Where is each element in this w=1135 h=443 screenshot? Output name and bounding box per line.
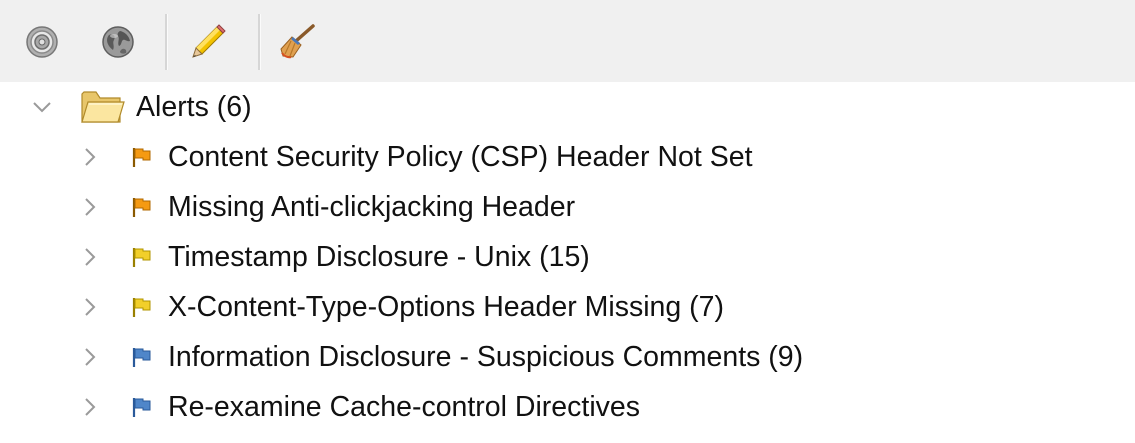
alert-label: Missing Anti-clickjacking Header: [168, 191, 576, 223]
toolbar-button-globe[interactable]: [98, 22, 138, 62]
toolbar-button-edit[interactable]: [188, 22, 228, 62]
toolbar-button-target[interactable]: [22, 22, 62, 62]
alert-item[interactable]: Content Security Policy (CSP) Header Not…: [0, 132, 1135, 182]
flag-icon: [132, 248, 151, 267]
chevron-right-icon[interactable]: [78, 145, 102, 169]
alerts-toolbar: [0, 0, 1135, 82]
flag-icon: [132, 298, 151, 317]
chevron-right-icon[interactable]: [78, 295, 102, 319]
flag-icon: [132, 198, 151, 217]
target-icon: [26, 26, 58, 58]
folder-open-icon: [81, 91, 125, 123]
pencil-icon: [192, 24, 226, 58]
chevron-down-icon[interactable]: [30, 95, 54, 119]
alert-item[interactable]: X-Content-Type-Options Header Missing (7…: [0, 282, 1135, 332]
tree-node-alerts-root[interactable]: Alerts (6): [0, 82, 1135, 132]
broom-icon: [280, 24, 315, 59]
chevron-right-icon[interactable]: [78, 245, 102, 269]
toolbar-separator: [258, 14, 261, 70]
flag-icon: [132, 148, 151, 167]
globe-icon: [102, 26, 134, 58]
flag-icon: [132, 348, 151, 367]
alerts-tree: Alerts (6) Content Security Policy (CSP)…: [0, 82, 1135, 443]
alert-label: Re-examine Cache-control Directives: [168, 391, 641, 423]
chevron-right-icon[interactable]: [78, 195, 102, 219]
alert-item[interactable]: Timestamp Disclosure - Unix (15): [0, 232, 1135, 282]
toolbar-separator: [165, 14, 168, 70]
tree-node-label: Alerts (6): [136, 91, 252, 123]
toolbar-button-clear[interactable]: [278, 22, 318, 62]
flag-icon: [132, 398, 151, 417]
chevron-right-icon[interactable]: [78, 395, 102, 419]
alert-label: Timestamp Disclosure - Unix (15): [168, 241, 590, 273]
alert-item[interactable]: Missing Anti-clickjacking Header: [0, 182, 1135, 232]
alert-item[interactable]: Information Disclosure - Suspicious Comm…: [0, 332, 1135, 382]
alert-label: X-Content-Type-Options Header Missing (7…: [168, 291, 724, 323]
alert-label: Content Security Policy (CSP) Header Not…: [168, 141, 753, 173]
alert-item[interactable]: Re-examine Cache-control Directives: [0, 382, 1135, 432]
chevron-right-icon[interactable]: [78, 345, 102, 369]
alert-label: Information Disclosure - Suspicious Comm…: [168, 341, 804, 373]
